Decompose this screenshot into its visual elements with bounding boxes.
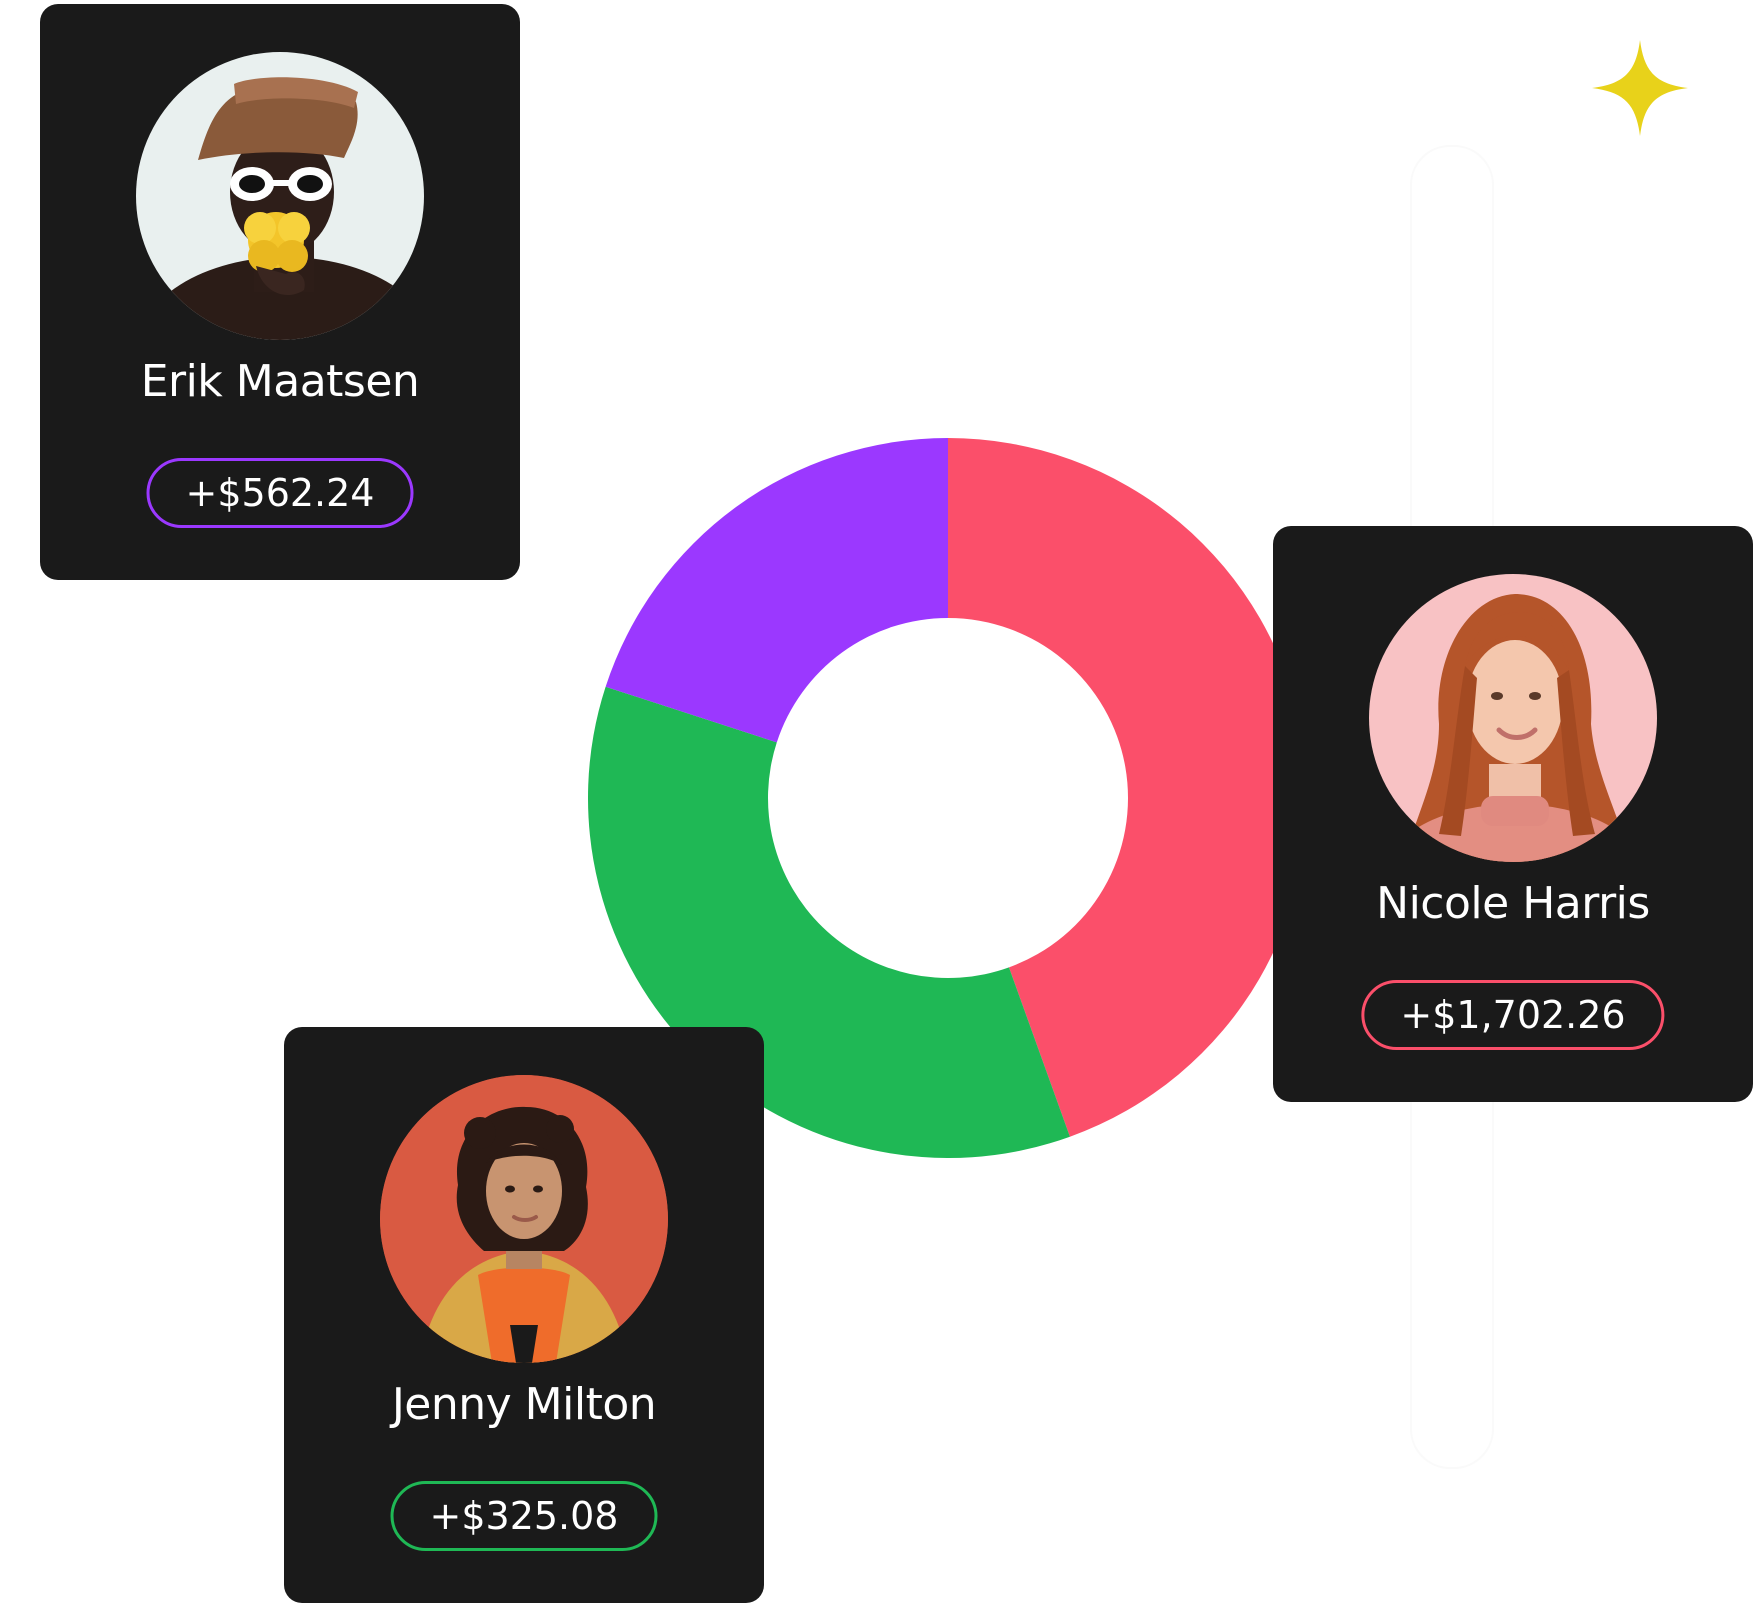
amount-badge: +$562.24 — [146, 458, 414, 528]
person-name: Nicole Harris — [1376, 878, 1650, 929]
person-name: Jenny Milton — [391, 1379, 657, 1430]
amount-badge: +$325.08 — [390, 1481, 658, 1551]
person-with-flower-avatar — [136, 52, 424, 340]
curly-haired-woman-avatar — [380, 1075, 668, 1363]
red-haired-woman-avatar — [1369, 574, 1657, 862]
four-point-star-icon — [1592, 40, 1688, 136]
donut-slice-2 — [605, 438, 948, 743]
user-card-jenny-milton[interactable]: Jenny Milton +$325.08 — [284, 1027, 764, 1603]
user-card-nicole-harris[interactable]: Nicole Harris +$1,702.26 — [1273, 526, 1753, 1102]
user-card-erik-maatsen[interactable]: Erik Maatsen +$562.24 — [40, 4, 520, 580]
person-name: Erik Maatsen — [140, 356, 420, 407]
amount-badge: +$1,702.26 — [1361, 980, 1665, 1050]
canvas: Erik Maatsen +$562.24 Nicole Harris +$1,… — [0, 0, 1753, 1603]
